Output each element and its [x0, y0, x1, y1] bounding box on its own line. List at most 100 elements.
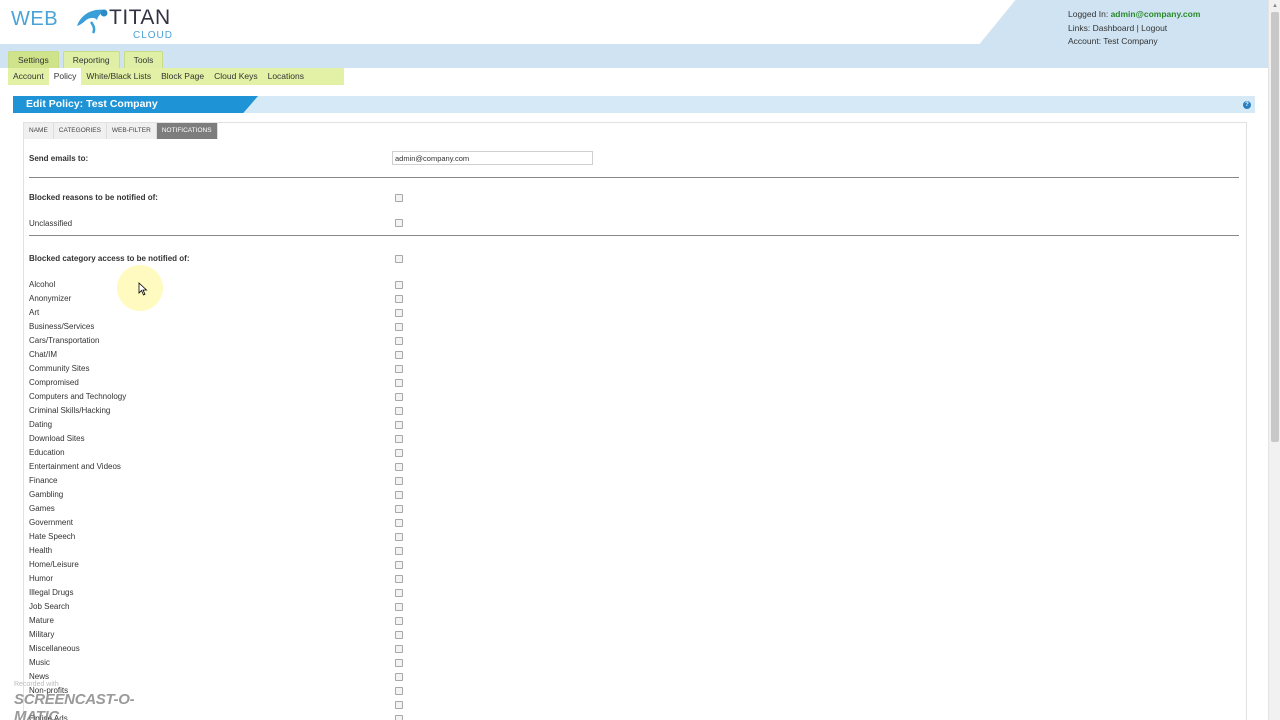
category-checkbox[interactable]: [395, 309, 403, 317]
category-label: Mature: [29, 616, 54, 625]
category-checkbox[interactable]: [395, 407, 403, 415]
category-checkbox[interactable]: [395, 673, 403, 681]
tab-notifications[interactable]: NOTIFICATIONS: [156, 123, 218, 139]
category-label: Business/Services: [29, 322, 95, 331]
category-label: Finance: [29, 476, 58, 485]
links-separator: |: [1136, 22, 1139, 33]
logout-link[interactable]: Logout: [1141, 23, 1167, 33]
category-label: Humor: [29, 574, 54, 583]
category-checkbox[interactable]: [395, 393, 403, 401]
category-checkbox[interactable]: [395, 659, 403, 667]
category-checkbox[interactable]: [395, 603, 403, 611]
user-info: Logged In: admin@company.com Links: Dash…: [1068, 8, 1200, 49]
tab-settings[interactable]: Settings: [8, 51, 59, 68]
logo-cloud-text: CLOUD: [133, 30, 174, 41]
blocked-category-all-checkbox[interactable]: [395, 255, 403, 263]
settings-subnav: Account Policy White/Black Lists Block P…: [8, 68, 344, 85]
category-checkbox[interactable]: [395, 477, 403, 485]
category-label: Entertainment and Videos: [29, 462, 121, 471]
category-checkbox[interactable]: [395, 281, 403, 289]
tab-reporting[interactable]: Reporting: [62, 51, 120, 68]
category-checkbox[interactable]: [395, 533, 403, 541]
subnav-white-black-lists[interactable]: White/Black Lists: [81, 68, 156, 85]
tab-tools[interactable]: Tools: [123, 51, 164, 68]
category-checkbox[interactable]: [395, 645, 403, 653]
policy-form-panel: [23, 122, 1247, 720]
category-label: Chat/IM: [29, 350, 58, 359]
category-label: News: [29, 672, 50, 681]
scroll-thumb[interactable]: [1271, 12, 1279, 442]
logged-in-email: admin@company.com: [1110, 9, 1201, 19]
category-checkbox[interactable]: [395, 295, 403, 303]
category-label: Education: [29, 448, 65, 457]
dashboard-link[interactable]: Dashboard: [1093, 23, 1135, 33]
section-divider: [29, 177, 1239, 178]
watermark-small-text: Recorded with: [14, 681, 59, 688]
account-label: Account:: [1068, 36, 1102, 46]
links-label: Links:: [1068, 22, 1091, 33]
help-icon[interactable]: ?: [1243, 101, 1251, 109]
category-checkbox[interactable]: [395, 519, 403, 527]
category-checkbox[interactable]: [395, 379, 403, 387]
subnav-account[interactable]: Account: [8, 68, 49, 85]
logged-in-row: Logged In: admin@company.com: [1068, 8, 1200, 22]
category-label: Download Sites: [29, 434, 85, 443]
tab-categories[interactable]: CATEGORIES: [54, 123, 107, 139]
category-checkbox[interactable]: [395, 463, 403, 471]
category-checkbox[interactable]: [395, 351, 403, 359]
category-label: Cars/Transportation: [29, 336, 100, 345]
category-checkbox[interactable]: [395, 365, 403, 373]
category-checkbox[interactable]: [395, 547, 403, 555]
category-checkbox[interactable]: [395, 687, 403, 695]
category-checkbox[interactable]: [395, 617, 403, 625]
category-label: Gambling: [29, 490, 64, 499]
category-label: Criminal Skills/Hacking: [29, 406, 111, 415]
category-label: Games: [29, 504, 55, 513]
category-label: Dating: [29, 420, 53, 429]
category-label: Computers and Technology: [29, 392, 127, 401]
scroll-up-icon[interactable]: ▲: [1272, 3, 1278, 9]
subnav-policy[interactable]: Policy: [48, 68, 82, 85]
watermark-brand-text: SCREENCAST-O-MATIC: [14, 691, 135, 720]
unclassified-label: Unclassified: [29, 219, 73, 228]
send-emails-input[interactable]: [392, 151, 593, 165]
logged-in-label: Logged In:: [1068, 9, 1109, 19]
policy-form-tabs: NAME CATEGORIES WEB-FILTER NOTIFICATIONS: [24, 123, 218, 139]
category-checkbox[interactable]: [395, 561, 403, 569]
mouse-cursor-icon: [138, 282, 148, 296]
category-checkbox[interactable]: [395, 701, 403, 709]
category-label: Job Search: [29, 602, 70, 611]
recording-watermark: Recorded with SCREENCAST-O-MATIC: [14, 681, 164, 720]
category-label: Music: [29, 658, 50, 667]
category-checkbox[interactable]: [395, 323, 403, 331]
category-checkbox[interactable]: [395, 435, 403, 443]
category-label: Compromised: [29, 378, 79, 387]
top-tabs: Settings Reporting Tools: [8, 51, 164, 68]
subnav-block-page[interactable]: Block Page: [156, 68, 209, 85]
subnav-locations[interactable]: Locations: [263, 68, 309, 85]
account-name: Test Company: [1103, 36, 1158, 46]
tab-web-filter[interactable]: WEB-FILTER: [107, 123, 157, 139]
category-label: Hate Speech: [29, 532, 76, 541]
category-label: Miscellaneous: [29, 644, 80, 653]
category-checkbox[interactable]: [395, 421, 403, 429]
category-checkbox[interactable]: [395, 631, 403, 639]
page-scrollbar[interactable]: ▲: [1268, 0, 1280, 720]
category-label: Alcohol: [29, 280, 56, 289]
tab-name[interactable]: NAME: [24, 123, 54, 139]
webtitan-logo[interactable]: WEB TITAN CLOUD: [11, 3, 181, 43]
unclassified-checkbox[interactable]: [395, 219, 403, 227]
category-label: Home/Leisure: [29, 560, 79, 569]
blocked-category-label: Blocked category access to be notified o…: [29, 254, 190, 263]
category-checkbox[interactable]: [395, 715, 403, 720]
category-checkbox[interactable]: [395, 491, 403, 499]
category-checkbox[interactable]: [395, 505, 403, 513]
category-checkbox[interactable]: [395, 337, 403, 345]
blocked-reasons-label: Blocked reasons to be notified of:: [29, 193, 158, 202]
category-checkbox[interactable]: [395, 589, 403, 597]
send-emails-label: Send emails to:: [29, 154, 89, 163]
subnav-cloud-keys[interactable]: Cloud Keys: [209, 68, 262, 85]
blocked-reasons-all-checkbox[interactable]: [395, 194, 403, 202]
category-checkbox[interactable]: [395, 449, 403, 457]
category-checkbox[interactable]: [395, 575, 403, 583]
